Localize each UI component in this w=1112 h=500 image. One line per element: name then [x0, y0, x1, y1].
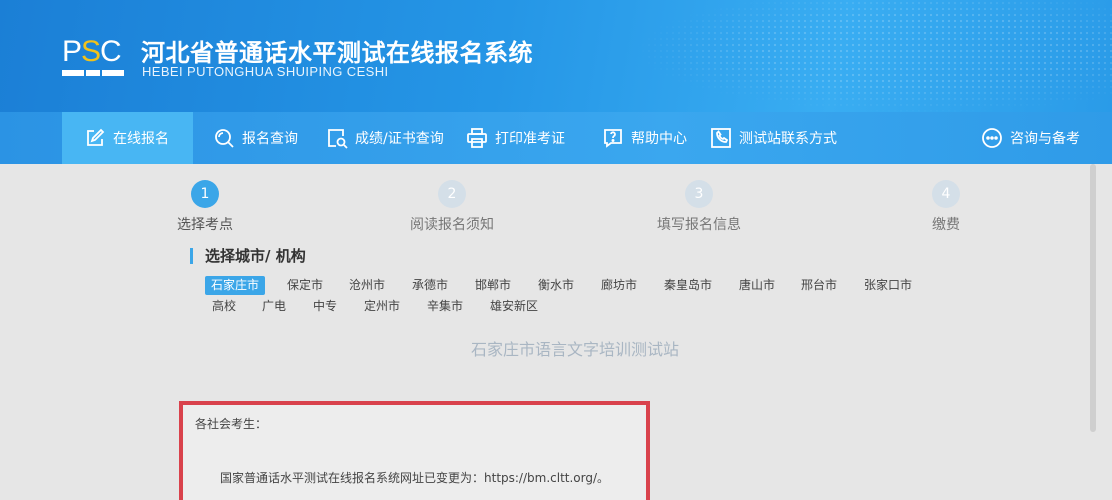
logo-bars — [62, 70, 124, 76]
nav-label: 测试站联系方式 — [739, 131, 837, 147]
step-number: 1 — [191, 180, 219, 208]
station-name[interactable]: 石家庄市语言文字培训测试站 — [0, 336, 1112, 360]
step-fill-info: 3 填写报名信息 — [639, 180, 759, 234]
city-shijiazhuang[interactable]: 石家庄市 — [205, 276, 266, 295]
nav-print-admission[interactable]: 打印准考证 — [466, 112, 565, 164]
city-zhangjiakou[interactable]: 张家口市 — [864, 276, 912, 295]
logo-text: PSC — [62, 35, 122, 68]
city-chengde[interactable]: 承德市 — [412, 276, 448, 295]
org-university[interactable]: 高校 — [212, 297, 236, 316]
city-tangshan[interactable]: 唐山市 — [739, 276, 775, 295]
city-cangzhou[interactable]: 沧州市 — [349, 276, 385, 295]
nav-label: 打印准考证 — [495, 131, 565, 147]
site-header: PSC 河北省普通话水平测试在线报名系统 HEBEI PUTONGHUA SHU… — [0, 0, 1112, 112]
step-payment: 4 缴费 — [886, 180, 1006, 234]
city-xingtai[interactable]: 邢台市 — [801, 276, 837, 295]
section-title: 选择城市/ 机构 — [190, 248, 306, 264]
search-icon — [215, 129, 234, 148]
nav-station-contact[interactable]: 测试站联系方式 — [710, 112, 837, 164]
printer-icon — [467, 128, 487, 148]
nav-label: 成绩/证书查询 — [355, 131, 444, 147]
city-langfang[interactable]: 廊坊市 — [601, 276, 637, 295]
step-label: 缴费 — [932, 217, 960, 233]
city-dingzhou[interactable]: 定州市 — [364, 297, 400, 316]
city-baoding[interactable]: 保定市 — [287, 276, 323, 295]
nav-label: 报名查询 — [242, 131, 298, 147]
nav-register-query[interactable]: 报名查询 — [213, 112, 298, 164]
nav-consult-prepare[interactable]: 咨询与备考 — [981, 112, 1080, 164]
nav-help-center[interactable]: 帮助中心 — [602, 112, 687, 164]
certificate-search-icon — [328, 129, 348, 149]
city-handan[interactable]: 邯郸市 — [475, 276, 511, 295]
step-label: 填写报名信息 — [657, 217, 741, 233]
chat-icon — [982, 128, 1002, 148]
notice-box: 各社会考生： 国家普通话水平测试在线报名系统网址已变更为：https://bm.… — [179, 401, 650, 500]
city-qinhuangdao[interactable]: 秦皇岛市 — [664, 276, 712, 295]
notice-greeting: 各社会考生： — [195, 417, 268, 431]
nav-label: 在线报名 — [113, 131, 169, 147]
step-number: 2 — [438, 180, 466, 208]
main-nav: 在线报名 报名查询 成绩/证书查询 打印准考证 帮助中心 测试站联系方式 咨询与… — [0, 112, 1112, 164]
city-hengshui[interactable]: 衡水市 — [538, 276, 574, 295]
notice-message: 国家普通话水平测试在线报名系统网址已变更为：https://bm.cltt.or… — [220, 471, 610, 485]
nav-score-cert-query[interactable]: 成绩/证书查询 — [326, 112, 444, 164]
edit-icon — [87, 128, 105, 146]
site-subtitle: HEBEI PUTONGHUA SHUIPING CESHI — [142, 64, 389, 79]
city-xinji[interactable]: 辛集市 — [427, 297, 463, 316]
world-map-decoration — [640, 0, 1112, 112]
main-content: 1 选择考点 2 阅读报名须知 3 填写报名信息 4 缴费 选择城市/ 机构 石… — [0, 164, 1112, 500]
org-vocational-school[interactable]: 中专 — [313, 297, 337, 316]
site-title: 河北省普通话水平测试在线报名系统 — [141, 40, 533, 67]
org-broadcast[interactable]: 广电 — [262, 297, 286, 316]
step-label: 阅读报名须知 — [410, 217, 494, 233]
nav-label: 咨询与备考 — [1010, 131, 1080, 147]
progress-steps: 1 选择考点 2 阅读报名须知 3 填写报名信息 4 缴费 — [0, 164, 1112, 244]
nav-label: 帮助中心 — [631, 131, 687, 147]
step-number: 4 — [932, 180, 960, 208]
step-read-notice: 2 阅读报名须知 — [392, 180, 512, 234]
nav-online-register[interactable]: 在线报名 — [62, 112, 193, 164]
vertical-scrollbar[interactable] — [1090, 164, 1096, 432]
psc-logo[interactable]: PSC — [62, 36, 124, 78]
step-number: 3 — [685, 180, 713, 208]
help-icon — [604, 129, 622, 148]
step-select-site: 1 选择考点 — [145, 180, 265, 234]
phone-icon — [711, 128, 731, 148]
city-xiongan[interactable]: 雄安新区 — [490, 297, 538, 316]
step-label: 选择考点 — [177, 217, 233, 233]
